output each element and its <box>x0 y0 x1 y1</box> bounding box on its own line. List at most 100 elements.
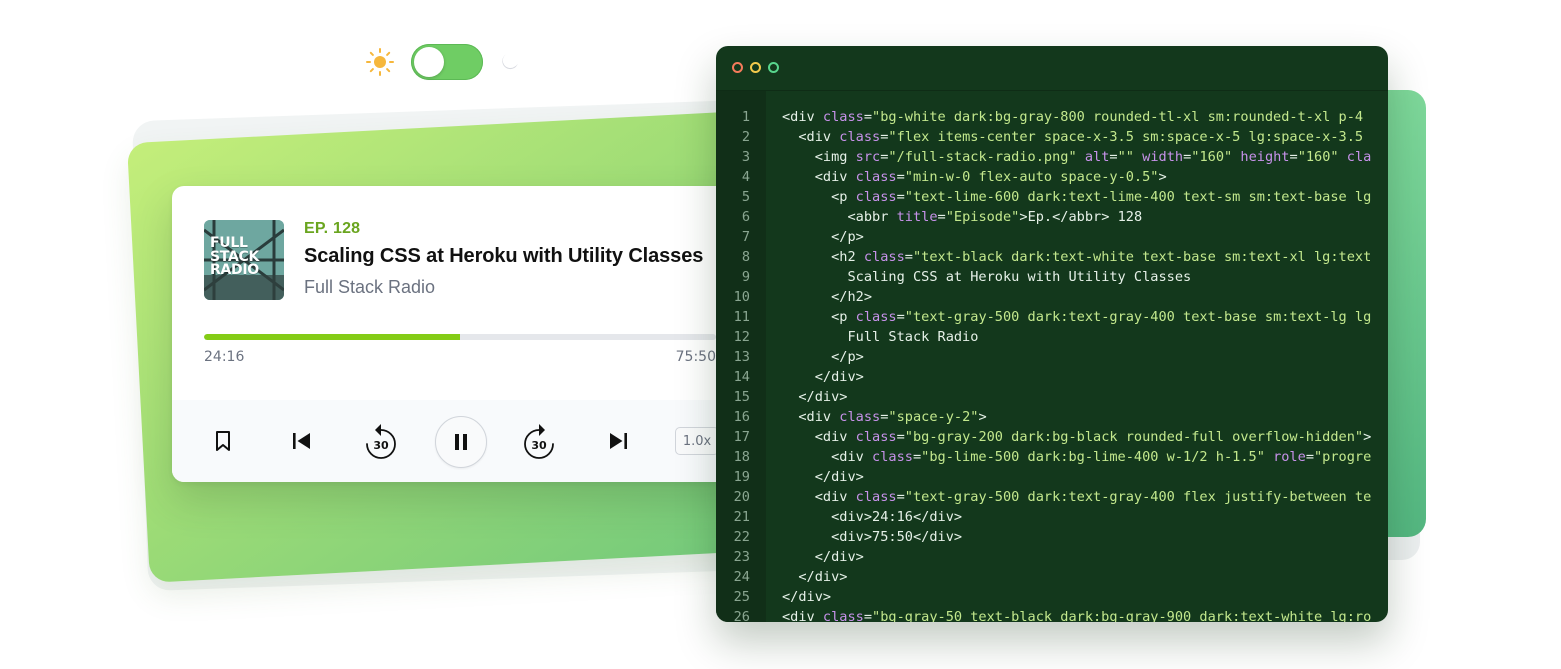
cover-title-text: FULL STACK RADIO <box>210 235 260 278</box>
code-line: 8 <h2 class="text-black dark:text-white … <box>716 247 1371 267</box>
rewind-label: 30 <box>373 438 389 452</box>
code-line: 10 </h2> <box>716 287 1371 307</box>
code-text: </div> <box>798 389 848 405</box>
line-number: 16 <box>733 409 750 425</box>
line-number: 22 <box>733 529 750 545</box>
line-number: 2 <box>741 129 750 145</box>
code-text: <div class="bg-white dark:bg-gray-800 ro… <box>782 109 1364 125</box>
playback-speed-button[interactable]: 1.0x <box>675 427 719 455</box>
line-number: 7 <box>741 229 750 245</box>
line-number: 1 <box>741 109 750 125</box>
code-text: </div> <box>814 549 864 565</box>
line-number: 5 <box>741 189 750 205</box>
skip-back-icon[interactable] <box>290 429 314 453</box>
forward-30-button[interactable]: 30 <box>519 420 559 464</box>
line-number: 19 <box>733 469 750 485</box>
line-number: 26 <box>733 609 750 622</box>
bookmark-icon[interactable] <box>211 429 235 453</box>
code-text: <p class="text-lime-600 dark:text-lime-4… <box>831 189 1372 205</box>
line-number: 15 <box>733 389 750 405</box>
line-number: 25 <box>733 589 750 605</box>
code-content[interactable]: 1 <div class="bg-white dark:bg-gray-800 r… <box>716 107 1372 622</box>
code-text: </div> <box>782 589 832 605</box>
code-editor: 1 <div class="bg-white dark:bg-gray-800 r… <box>716 46 1388 622</box>
code-text: Scaling CSS at Heroku with Utility Class… <box>847 269 1192 285</box>
theme-switch[interactable] <box>411 44 483 80</box>
code-line: 24 </div> <box>716 567 1371 587</box>
code-text: </div> <box>814 469 864 485</box>
window-minimize-dot[interactable] <box>750 62 761 73</box>
code-line: 5 <p class="text-lime-600 dark:text-lime… <box>716 187 1371 207</box>
line-number: 4 <box>741 169 750 185</box>
code-line: 12 Full Stack Radio <box>716 327 1371 347</box>
line-number: 10 <box>733 289 750 305</box>
theme-toggle-row <box>363 44 523 80</box>
window-close-dot[interactable] <box>732 62 743 73</box>
skip-forward-icon[interactable] <box>606 429 630 453</box>
podcast-cover-image: FULL STACK RADIO <box>204 220 284 300</box>
code-text: </div> <box>798 569 848 585</box>
progress-fill <box>204 334 460 340</box>
code-text: </h2> <box>831 289 873 305</box>
line-number: 20 <box>733 489 750 505</box>
code-line: 14 </div> <box>716 367 1371 387</box>
episode-title: Scaling CSS at Heroku with Utility Class… <box>304 245 704 267</box>
progress-track[interactable] <box>204 334 716 340</box>
code-line: 25 </div> <box>716 587 1371 607</box>
code-line: 7 </p> <box>716 227 1371 247</box>
code-text: <div class="bg-lime-500 dark:bg-lime-400… <box>831 449 1372 465</box>
player-card: FULL STACK RADIO EP. 128 Scaling CSS at … <box>172 186 748 482</box>
show-name: Full Stack Radio <box>304 277 436 297</box>
line-number: 17 <box>733 429 750 445</box>
code-line: 11 <p class="text-gray-500 dark:text-gra… <box>716 307 1372 327</box>
code-line: 18 <div class="bg-lime-500 dark:bg-lime-… <box>716 447 1372 467</box>
line-number: 12 <box>733 329 750 345</box>
code-text: <abbr title="Episode">Ep.</abbr> 128 <box>847 209 1143 225</box>
line-number: 18 <box>733 449 750 465</box>
window-maximize-dot[interactable] <box>768 62 779 73</box>
code-line: 1 <div class="bg-white dark:bg-gray-800 r… <box>716 107 1371 127</box>
code-text: <div>75:50</div> <box>831 529 963 545</box>
line-number: 6 <box>741 209 750 225</box>
rewind-30-button[interactable]: 30 <box>361 420 401 464</box>
code-text: Full Stack Radio <box>847 329 979 345</box>
total-time: 75:50 <box>675 349 716 365</box>
line-number: 24 <box>733 569 750 585</box>
line-number: 8 <box>741 249 750 265</box>
code-line: 9 Scaling CSS at Heroku with Utility Cla… <box>716 267 1371 287</box>
code-text: <div class="text-gray-500 dark:text-gray… <box>814 489 1372 505</box>
pause-button[interactable] <box>435 416 487 468</box>
line-number: 21 <box>733 509 750 525</box>
code-line: 20 <div class="text-gray-500 dark:text-g… <box>716 487 1372 507</box>
code-text: </div> <box>814 369 864 385</box>
episode-number: EP. 128 <box>304 220 361 237</box>
moon-icon[interactable] <box>497 49 523 75</box>
code-line: 2 <div class="flex items-center space-x-… <box>716 127 1371 147</box>
line-number: 9 <box>741 269 750 285</box>
code-text: <div class="space-y-2"> <box>798 409 987 425</box>
code-line: 23 </div> <box>716 547 1371 567</box>
code-line: 16 <div class="space-y-2"> <box>716 407 1371 427</box>
line-number: 14 <box>733 369 750 385</box>
code-line: 26 <div class="bg-gray-50 text-black dark… <box>716 607 1372 622</box>
code-text: <div>24:16</div> <box>831 509 963 525</box>
code-line: 15 </div> <box>716 387 1371 407</box>
line-number: 13 <box>733 349 750 365</box>
editor-title-bar <box>716 46 1388 91</box>
code-text: </p> <box>831 349 864 365</box>
code-line: 4 <div class="min-w-0 flex-auto space-y-… <box>716 167 1371 187</box>
line-number: 23 <box>733 549 750 565</box>
code-text: <div class="bg-gray-50 text-black dark:b… <box>782 609 1372 622</box>
code-text: <h2 class="text-black dark:text-white te… <box>831 249 1372 265</box>
code-line: 17 <div class="bg-gray-200 dark:bg-black… <box>716 427 1372 447</box>
code-line: 6 <abbr title="Episode">Ep.</abbr> 128 <box>716 207 1371 227</box>
code-text: <div class="bg-gray-200 dark:bg-black ro… <box>814 429 1372 445</box>
code-line: 19 </div> <box>716 467 1371 487</box>
code-line: 3 <img src="/full-stack-radio.png" alt="… <box>716 147 1372 167</box>
line-number: 11 <box>733 309 750 325</box>
code-text: <img src="/full-stack-radio.png" alt="" … <box>814 149 1372 165</box>
theme-switch-knob <box>414 47 444 77</box>
code-text: <div class="min-w-0 flex-auto space-y-0.… <box>814 169 1167 185</box>
sun-icon[interactable] <box>363 45 397 79</box>
forward-label: 30 <box>531 438 547 452</box>
